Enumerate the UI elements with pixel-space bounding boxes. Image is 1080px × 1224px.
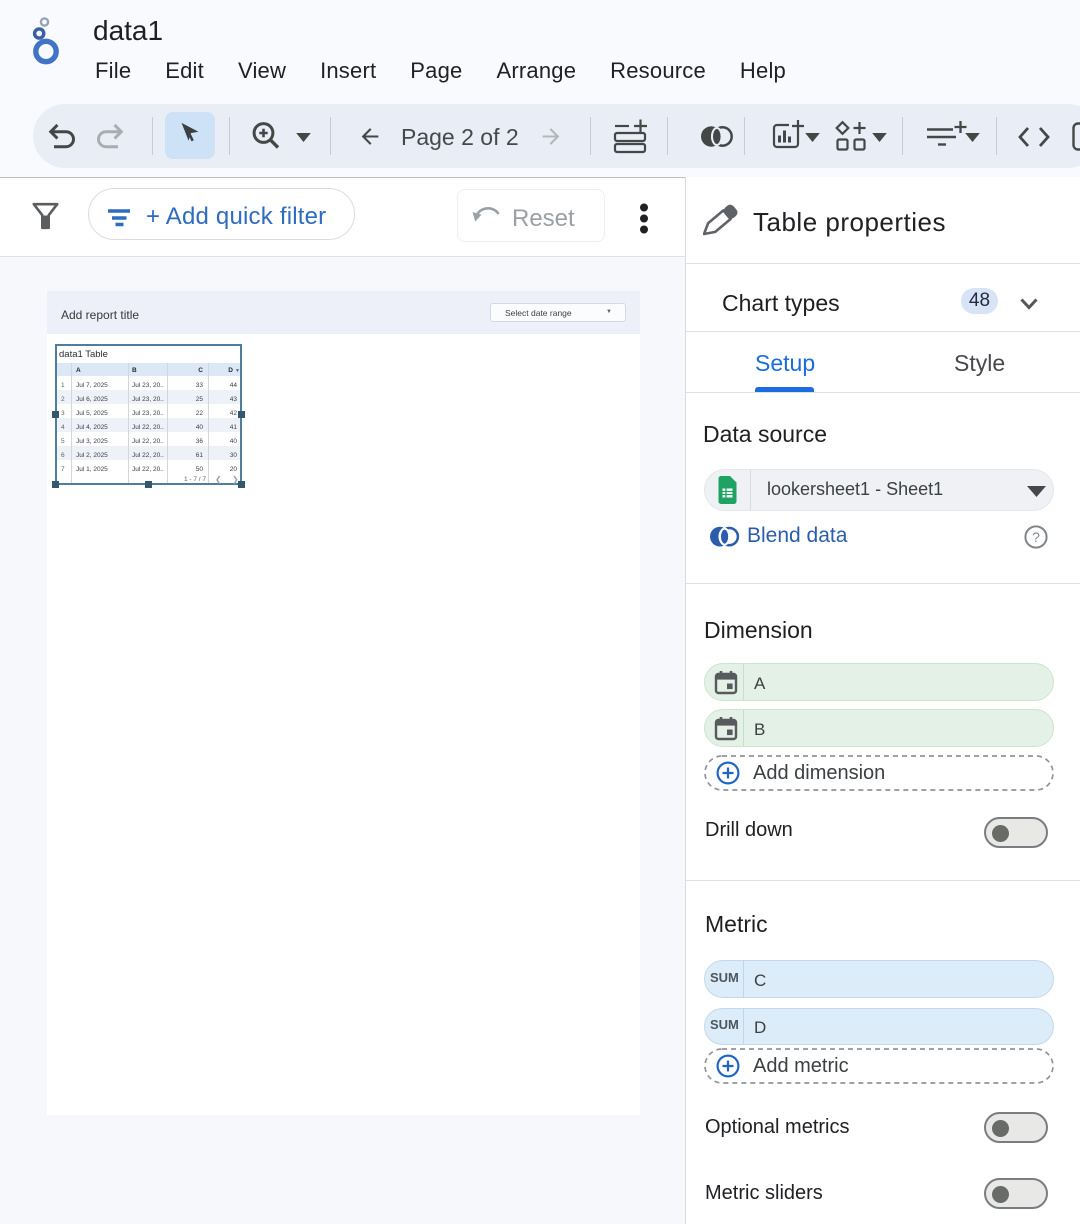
svg-text:?: ? <box>1032 529 1040 545</box>
